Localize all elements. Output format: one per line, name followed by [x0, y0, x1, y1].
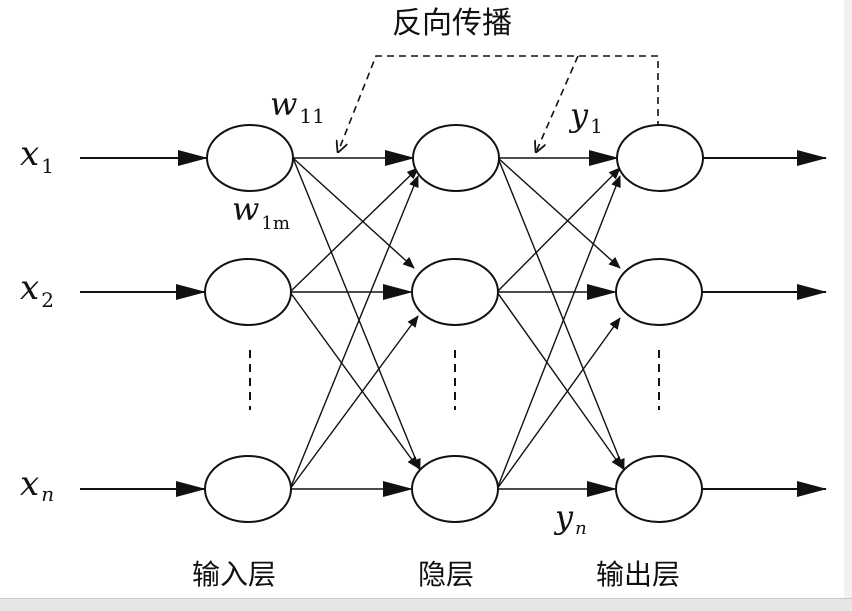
edge [496, 167, 621, 293]
output-layer-caption: 输出层 [596, 558, 680, 591]
input-label-1: x1 [20, 134, 54, 178]
edge [292, 157, 421, 471]
input-labels: x1 x2 xn [20, 134, 54, 506]
input-layer-neurons [204, 124, 294, 523]
layer-captions: 输入层 隐层 输出层 [192, 558, 680, 591]
hidden-output-connections [496, 150, 625, 497]
input-neuron-n [204, 455, 292, 523]
right-edge-strip [844, 0, 852, 598]
diagram-title: 反向传播 [392, 6, 512, 41]
output-label-y1: y1 [568, 96, 603, 138]
edge [497, 157, 625, 471]
input-neuron-1 [206, 124, 294, 192]
edge [289, 315, 419, 490]
input-neuron-2 [204, 258, 292, 326]
edge [496, 175, 621, 490]
output-neuron-1 [616, 124, 704, 192]
input-layer-caption: 输入层 [192, 558, 276, 591]
output-neuron-n [615, 455, 703, 523]
hidden-neuron-2 [411, 258, 499, 326]
backprop-dashed-arrows [338, 55, 659, 152]
neural-network-figure: 反向传播 x 1 x 2 x n w 11 w 1m y 1 y n 输入层 隐… [0, 0, 852, 611]
edge [497, 157, 621, 269]
hidden-layer-neurons [411, 124, 500, 523]
input-label-n: xn [20, 464, 54, 506]
hidden-layer-caption: 隐层 [418, 558, 474, 591]
output-neuron-2 [615, 258, 703, 326]
layer-ellipses [249, 350, 660, 410]
backprop-line-main [338, 55, 659, 152]
hidden-neuron-n [411, 455, 499, 523]
network-diagram: 反向传播 x 1 x 2 x n w 11 w 1m y 1 y n 输入层 隐… [20, 6, 827, 591]
hidden-neuron-1 [412, 124, 500, 192]
weight-label-w1m: w 1m [232, 190, 290, 234]
bottom-edge-strip [0, 598, 852, 611]
input-label-2: x2 [20, 268, 54, 312]
edge [496, 317, 621, 490]
output-label-yn: yn [553, 498, 587, 539]
output-labels: y1 yn [553, 96, 603, 539]
input-hidden-connections [289, 150, 421, 497]
edge [289, 167, 419, 293]
input-arrows [80, 150, 208, 497]
edge [292, 157, 415, 269]
output-arrows [702, 150, 827, 497]
weight-label-w11: w 11 [270, 85, 325, 128]
output-layer-neurons [615, 124, 704, 523]
